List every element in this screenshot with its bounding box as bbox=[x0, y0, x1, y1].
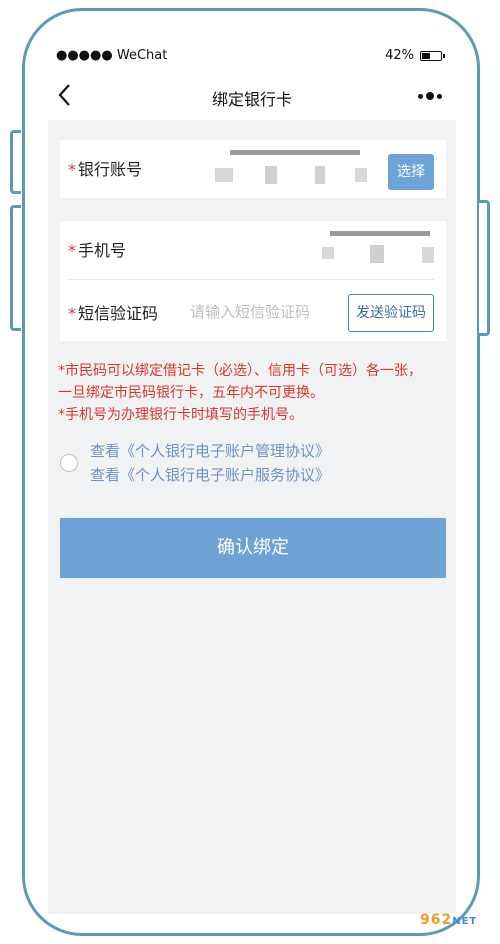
masked-account-block bbox=[215, 168, 233, 182]
phone-side-button-upper bbox=[10, 130, 21, 194]
send-sms-button[interactable]: 发送验证码 bbox=[348, 294, 434, 332]
agree-radio[interactable] bbox=[60, 454, 78, 472]
masked-phone-block bbox=[322, 247, 334, 259]
sms-label: * 短信验证码 bbox=[68, 300, 158, 324]
notice-line: *市民码可以绑定借记卡（必选）、信用卡（可选）各一张， bbox=[58, 363, 422, 379]
watermark-logo: 962NET bbox=[420, 912, 477, 928]
more-menu-icon[interactable] bbox=[418, 92, 442, 100]
bank-account-label-text: 银行账号 bbox=[78, 160, 143, 179]
bank-account-label: * 银行账号 bbox=[68, 156, 142, 180]
phone-sms-card: * 手机号 * 短信验证码 请输入短信验证码 发送验证码 bbox=[60, 221, 446, 341]
notice-line: 一旦绑定市民码银行卡，五年内不可更换。 bbox=[58, 385, 324, 401]
notice-text: *市民码可以绑定借记卡（必选）、信用卡（可选）各一张， 一旦绑定市民码银行卡，五… bbox=[58, 360, 448, 426]
masked-phone-top bbox=[330, 231, 430, 236]
battery-status: 42% bbox=[385, 48, 445, 63]
sms-code-input[interactable]: 请输入短信验证码 bbox=[190, 301, 310, 322]
phone-label-text: 手机号 bbox=[78, 241, 127, 260]
page-title: 绑定银行卡 bbox=[211, 90, 292, 109]
masked-account-top bbox=[230, 150, 360, 155]
masked-account-block bbox=[265, 166, 277, 184]
phone-power-button bbox=[479, 200, 490, 336]
carrier-label: ●●●●● WeChat bbox=[56, 48, 168, 63]
confirm-bind-button[interactable]: 确认绑定 bbox=[60, 518, 446, 578]
phone-side-button-lower bbox=[10, 205, 21, 331]
required-mark: * bbox=[68, 304, 76, 323]
masked-account-block bbox=[315, 166, 325, 184]
bank-account-card: * 银行账号 选择 bbox=[60, 140, 446, 198]
masked-account-block bbox=[355, 168, 367, 182]
watermark-brand: 962 bbox=[420, 912, 453, 928]
required-mark: * bbox=[68, 241, 76, 260]
required-mark: * bbox=[68, 160, 76, 179]
phone-screen: ●●●●● WeChat 42% 绑定银行卡 * 银行账号 选择 * 手机号 *… bbox=[48, 38, 456, 914]
battery-fill bbox=[422, 52, 431, 59]
phone-label: * 手机号 bbox=[68, 237, 126, 261]
select-bank-button[interactable]: 选择 bbox=[388, 154, 434, 190]
agreement-link-service[interactable]: 查看《个人银行电子账户服务协议》 bbox=[90, 464, 330, 485]
notice-line: *手机号为办理银行卡时填写的手机号。 bbox=[58, 407, 303, 423]
row-divider bbox=[68, 279, 434, 280]
battery-icon bbox=[420, 50, 445, 61]
masked-phone-block bbox=[422, 247, 434, 263]
battery-percent: 42% bbox=[385, 48, 414, 63]
status-bar: ●●●●● WeChat 42% bbox=[48, 38, 456, 74]
agreement-link-management[interactable]: 查看《个人银行电子账户管理协议》 bbox=[90, 440, 330, 461]
nav-bar: 绑定银行卡 bbox=[48, 74, 456, 120]
watermark-suffix: NET bbox=[452, 916, 478, 927]
sms-label-text: 短信验证码 bbox=[78, 304, 159, 323]
agreement-section: 查看《个人银行电子账户管理协议》 查看《个人银行电子账户服务协议》 bbox=[60, 438, 450, 488]
masked-phone-block bbox=[370, 245, 384, 263]
